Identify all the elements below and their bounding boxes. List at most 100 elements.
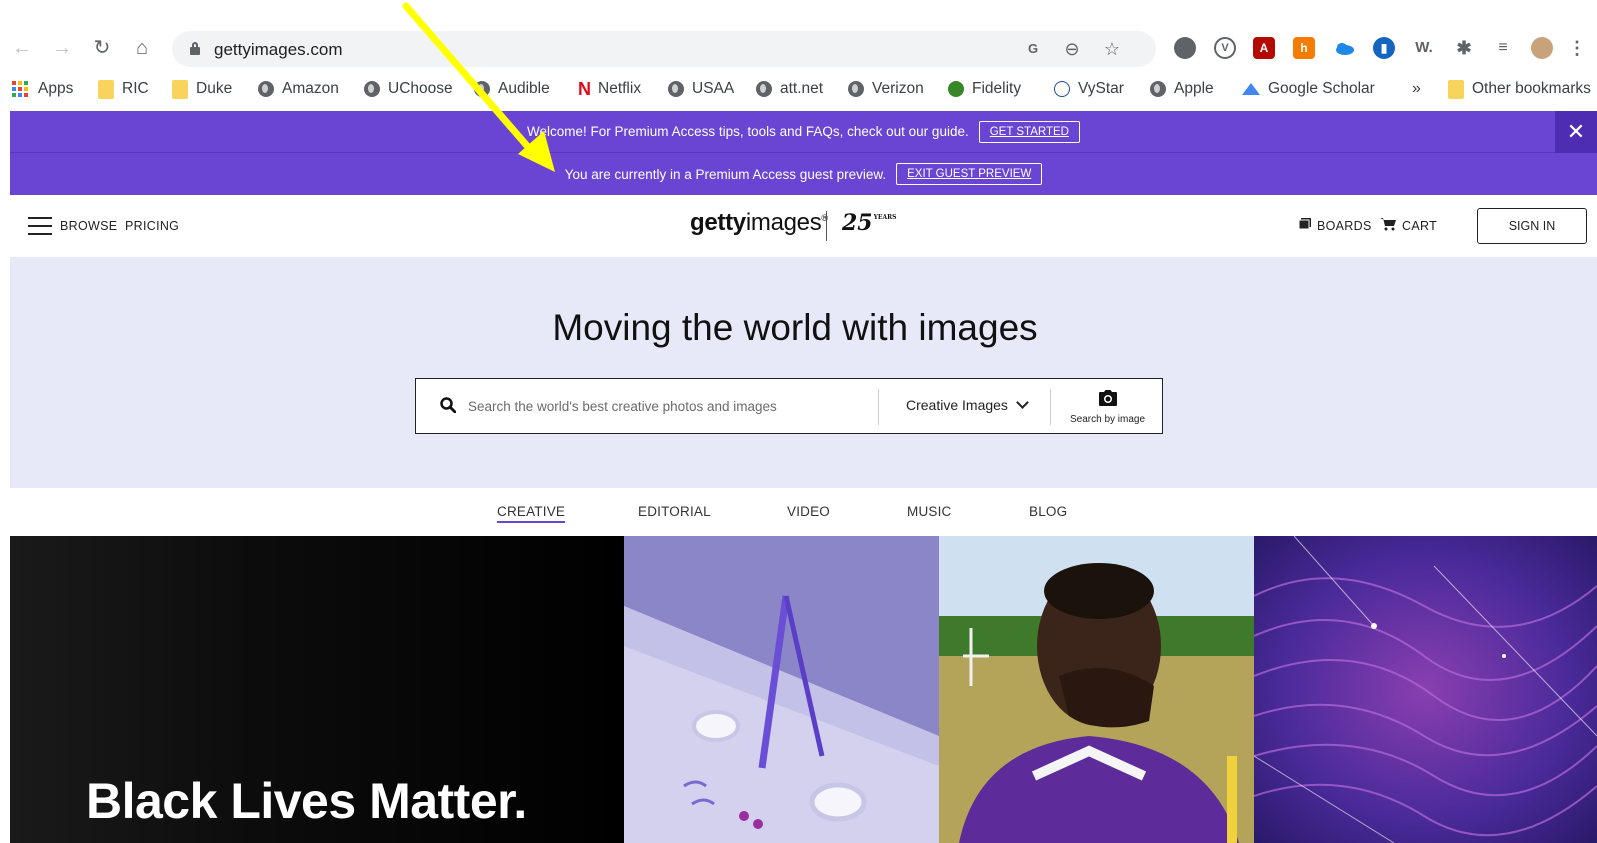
- search-by-image-label[interactable]: Search by image: [1070, 414, 1145, 425]
- pricing-link[interactable]: PRICING: [125, 219, 179, 233]
- sign-in-button[interactable]: SIGN IN: [1477, 208, 1587, 244]
- category-tabs: CREATIVE EDITORIAL VIDEO MUSIC BLOG: [10, 488, 1597, 536]
- hamburger-menu-icon[interactable]: [28, 217, 52, 235]
- bookmark-star-icon[interactable]: ☆: [1101, 38, 1123, 60]
- site-header: BROWSE PRICING gettyimages® 25YEARS BOAR…: [10, 195, 1597, 257]
- media-control-icon[interactable]: ≡: [1492, 37, 1514, 59]
- bookmark-netflix[interactable]: N Netflix: [578, 78, 641, 100]
- profile-avatar[interactable]: [1531, 37, 1553, 59]
- tab-creative[interactable]: CREATIVE: [497, 504, 566, 523]
- tab-blog[interactable]: BLOG: [1029, 504, 1067, 519]
- onedrive-icon[interactable]: [1333, 37, 1355, 59]
- logo-divider: [826, 211, 827, 241]
- bookmark-extension-icon[interactable]: ▮: [1373, 37, 1395, 59]
- bookmark-uchoose[interactable]: UChoose: [364, 78, 453, 100]
- extension-honey-icon[interactable]: h: [1293, 37, 1315, 59]
- bookmark-fidelity[interactable]: Fidelity: [948, 78, 1021, 100]
- fidelity-icon: [948, 81, 964, 97]
- anniversary-logo: 25YEARS: [842, 210, 897, 236]
- folder-icon: [172, 79, 188, 99]
- bookmark-verizon[interactable]: Verizon: [848, 78, 924, 100]
- lock-icon: [190, 42, 200, 55]
- kebab-menu-icon[interactable]: ⋮: [1568, 37, 1586, 59]
- zoom-icon[interactable]: ⊖: [1061, 38, 1083, 60]
- close-banner-icon[interactable]: ✕: [1555, 111, 1597, 153]
- search-type-dropdown[interactable]: Creative Images: [906, 395, 1029, 413]
- puzzle-extensions-icon[interactable]: ✱: [1453, 37, 1475, 59]
- camera-icon[interactable]: [1098, 389, 1118, 407]
- premium-banner: Welcome! For Premium Access tips, tools …: [10, 111, 1597, 195]
- tile-black-lives-matter[interactable]: Black Lives Matter.: [10, 536, 624, 843]
- abstract-waves-image: [1254, 536, 1597, 843]
- extension-pdf-icon[interactable]: A: [1253, 37, 1275, 59]
- bookmarks-overflow-icon[interactable]: »: [1412, 78, 1421, 100]
- vystar-icon: [1054, 81, 1070, 97]
- welcome-text: Welcome! For Premium Access tips, tools …: [527, 124, 969, 139]
- bookmark-apps[interactable]: Apps: [12, 78, 73, 100]
- wikipedia-icon[interactable]: W.: [1413, 37, 1435, 59]
- apps-grid-icon: [12, 81, 28, 97]
- bookmark-audible[interactable]: Audible: [474, 78, 550, 100]
- browser-toolbar: ← → ↻ ⌂ gettyimages.com G ⊖ ☆ V A h ▮ W.…: [0, 28, 1597, 68]
- bookmark-apple[interactable]: Apple: [1150, 78, 1214, 100]
- url-text[interactable]: gettyimages.com: [214, 40, 343, 60]
- translate-icon[interactable]: G: [1022, 38, 1044, 60]
- globe-icon: [474, 81, 490, 97]
- pencil-still-life-image: [624, 536, 939, 843]
- search-divider: [1050, 389, 1051, 425]
- extension-v-icon[interactable]: V: [1214, 37, 1236, 59]
- home-icon[interactable]: ⌂: [130, 36, 154, 60]
- bookmark-usaa[interactable]: USAA: [668, 78, 734, 100]
- browser-chrome: ← → ↻ ⌂ gettyimages.com G ⊖ ☆ V A h ▮ W.…: [0, 0, 1597, 110]
- globe-icon: [1150, 81, 1166, 97]
- reload-icon[interactable]: ↻: [90, 36, 114, 60]
- tab-editorial[interactable]: EDITORIAL: [638, 504, 711, 519]
- exit-guest-preview-button[interactable]: EXIT GUEST PREVIEW: [896, 163, 1043, 185]
- forward-icon[interactable]: →: [50, 36, 74, 60]
- folder-icon: [1448, 79, 1464, 99]
- image-tiles: Black Lives Matter.: [10, 536, 1597, 843]
- search-divider: [878, 389, 879, 425]
- back-icon[interactable]: ←: [10, 36, 34, 60]
- bookmark-att[interactable]: att.net: [756, 78, 823, 100]
- boards-link[interactable]: BOARDS: [1317, 219, 1372, 233]
- scholar-icon: [1242, 83, 1260, 95]
- bookmark-vystar[interactable]: VyStar: [1054, 78, 1124, 100]
- welcome-row: Welcome! For Premium Access tips, tools …: [10, 111, 1597, 153]
- tab-music[interactable]: MUSIC: [907, 504, 952, 519]
- extension-circle-icon[interactable]: [1174, 37, 1196, 59]
- chevron-down-icon: [1016, 395, 1029, 409]
- globe-icon: [668, 81, 684, 97]
- gettyimages-logo[interactable]: gettyimages®: [690, 209, 828, 237]
- bookmark-ric[interactable]: RIC: [98, 78, 149, 100]
- feature-headline: Black Lives Matter.: [86, 773, 527, 829]
- bookmark-duke[interactable]: Duke: [172, 78, 232, 100]
- search-type-label: Creative Images: [906, 397, 1008, 413]
- bookmarks-bar: Apps RIC Duke Amazon UChoose Audible N Ne…: [0, 74, 1597, 104]
- bookmark-google-scholar[interactable]: Google Scholar: [1242, 78, 1375, 100]
- cart-link[interactable]: CART: [1402, 219, 1437, 233]
- boards-icon[interactable]: [1298, 217, 1312, 231]
- globe-icon: [258, 81, 274, 97]
- globe-icon: [364, 81, 380, 97]
- globe-icon: [756, 81, 772, 97]
- get-started-button[interactable]: GET STARTED: [978, 120, 1080, 143]
- tile-football-player[interactable]: [939, 536, 1254, 843]
- tile-pencil-still-life[interactable]: [624, 536, 939, 843]
- search-icon[interactable]: [440, 397, 456, 413]
- hero-title: Moving the world with images: [552, 307, 1038, 348]
- globe-icon: [848, 81, 864, 97]
- football-player-image: [939, 536, 1254, 843]
- bookmark-other[interactable]: Other bookmarks: [1448, 78, 1591, 100]
- search-bar: Creative Images Search by image: [415, 378, 1163, 434]
- tile-abstract-waves[interactable]: [1254, 536, 1597, 843]
- cart-icon[interactable]: [1380, 217, 1397, 231]
- hero-section: Moving the world with images Creative Im…: [10, 257, 1597, 488]
- guest-preview-row: You are currently in a Premium Access gu…: [10, 153, 1597, 195]
- address-bar[interactable]: gettyimages.com G ⊖ ☆: [172, 31, 1156, 67]
- search-input[interactable]: [468, 391, 868, 421]
- browse-link[interactable]: BROWSE: [60, 219, 117, 233]
- folder-icon: [98, 79, 114, 99]
- bookmark-amazon[interactable]: Amazon: [258, 78, 339, 100]
- tab-video[interactable]: VIDEO: [787, 504, 830, 519]
